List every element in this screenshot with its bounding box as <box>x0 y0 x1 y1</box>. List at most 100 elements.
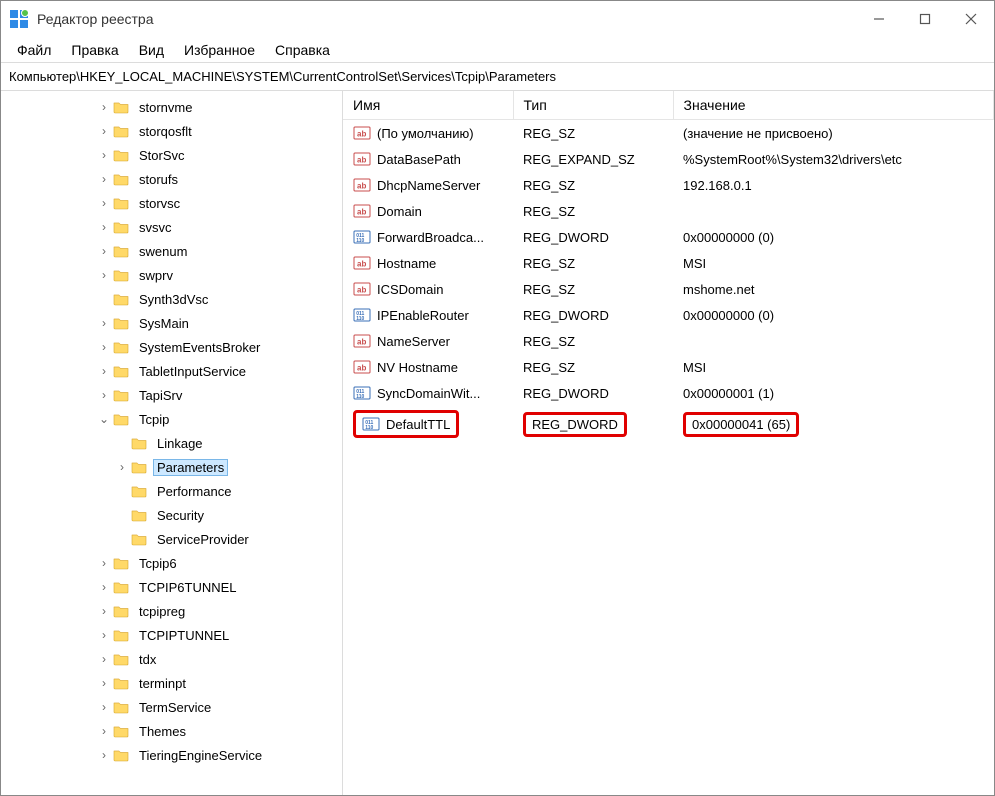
tree-item[interactable]: Performance <box>7 479 342 503</box>
tree-item[interactable]: ServiceProvider <box>7 527 342 551</box>
tree-item[interactable]: ›Themes <box>7 719 342 743</box>
chevron-icon[interactable]: › <box>97 676 111 690</box>
close-button[interactable] <box>948 1 994 37</box>
value-row[interactable]: DefaultTTLREG_DWORD0x00000041 (65) <box>343 406 994 442</box>
chevron-icon[interactable]: › <box>115 460 129 474</box>
tree-item[interactable]: ›stornvme <box>7 95 342 119</box>
value-row[interactable]: HostnameREG_SZMSI <box>343 250 994 276</box>
menu-edit[interactable]: Правка <box>63 40 126 60</box>
chevron-icon[interactable]: › <box>97 196 111 210</box>
col-value[interactable]: Значение <box>673 91 994 120</box>
value-row[interactable]: DataBasePathREG_EXPAND_SZ%SystemRoot%\Sy… <box>343 146 994 172</box>
folder-icon <box>113 364 129 378</box>
tree-item[interactable]: ›terminpt <box>7 671 342 695</box>
chevron-icon[interactable]: › <box>97 364 111 378</box>
tree-item[interactable]: ›svsvc <box>7 215 342 239</box>
tree-item[interactable]: ›SysMain <box>7 311 342 335</box>
chevron-icon[interactable]: › <box>97 604 111 618</box>
tree-item[interactable]: Synth3dVsc <box>7 287 342 311</box>
chevron-icon[interactable]: › <box>97 244 111 258</box>
chevron-icon[interactable]: › <box>97 316 111 330</box>
chevron-icon[interactable]: › <box>97 700 111 714</box>
chevron-icon[interactable]: › <box>97 124 111 138</box>
menu-file[interactable]: Файл <box>9 40 59 60</box>
value-row[interactable]: ForwardBroadca...REG_DWORD0x00000000 (0) <box>343 224 994 250</box>
tree-label: storvsc <box>135 195 184 212</box>
value-row[interactable]: (По умолчанию)REG_SZ(значение не присвое… <box>343 120 994 147</box>
value-row[interactable]: DhcpNameServerREG_SZ192.168.0.1 <box>343 172 994 198</box>
value-data <box>673 198 994 224</box>
value-row[interactable]: DomainREG_SZ <box>343 198 994 224</box>
binary-value-icon <box>353 384 371 402</box>
chevron-icon[interactable]: › <box>97 580 111 594</box>
tree-item[interactable]: ⌄Tcpip <box>7 407 342 431</box>
folder-icon <box>113 556 129 570</box>
chevron-icon[interactable]: › <box>97 724 111 738</box>
value-name: NameServer <box>377 334 450 349</box>
tree-item[interactable]: ›swprv <box>7 263 342 287</box>
chevron-icon[interactable]: › <box>97 388 111 402</box>
tree-item[interactable]: ›tcpipreg <box>7 599 342 623</box>
tree-item[interactable]: › SystemEventsBroker <box>7 335 342 359</box>
tree-item[interactable]: ›TermService <box>7 695 342 719</box>
tree-label: SystemEventsBroker <box>135 339 264 356</box>
tree-item[interactable]: Security <box>7 503 342 527</box>
string-value-icon <box>353 280 371 298</box>
chevron-icon[interactable]: › <box>97 172 111 186</box>
tree-item[interactable]: ›tdx <box>7 647 342 671</box>
chevron-icon[interactable]: › <box>97 100 111 114</box>
chevron-icon[interactable]: ⌄ <box>97 412 111 426</box>
value-row[interactable]: IPEnableRouterREG_DWORD0x00000000 (0) <box>343 302 994 328</box>
values-pane[interactable]: Имя Тип Значение (По умолчанию)REG_SZ(зн… <box>343 91 994 795</box>
minimize-button[interactable] <box>856 1 902 37</box>
value-row[interactable]: NameServerREG_SZ <box>343 328 994 354</box>
value-type: REG_SZ <box>513 198 673 224</box>
value-row[interactable]: SyncDomainWit...REG_DWORD0x00000001 (1) <box>343 380 994 406</box>
chevron-icon[interactable]: › <box>97 340 111 354</box>
chevron-icon[interactable]: › <box>97 268 111 282</box>
maximize-button[interactable] <box>902 1 948 37</box>
col-name[interactable]: Имя <box>343 91 513 120</box>
menu-favorites[interactable]: Избранное <box>176 40 263 60</box>
chevron-icon[interactable]: › <box>97 220 111 234</box>
string-value-icon <box>353 358 371 376</box>
folder-icon <box>113 676 129 690</box>
menu-view[interactable]: Вид <box>131 40 172 60</box>
tree-item[interactable]: ›TapiSrv <box>7 383 342 407</box>
folder-icon <box>113 100 129 114</box>
tree-item[interactable]: ›TCPIPTUNNEL <box>7 623 342 647</box>
tree-item[interactable]: › storvsc <box>7 191 342 215</box>
value-type: REG_SZ <box>513 120 673 147</box>
tree-item[interactable]: ›Tcpip6 <box>7 551 342 575</box>
tree-item[interactable]: ›TCPIP6TUNNEL <box>7 575 342 599</box>
tree-item[interactable]: ›storufs <box>7 167 342 191</box>
folder-icon <box>113 724 129 738</box>
string-value-icon <box>353 202 371 220</box>
col-type[interactable]: Тип <box>513 91 673 120</box>
tree-label: swenum <box>135 243 191 260</box>
address-bar[interactable]: Компьютер\HKEY_LOCAL_MACHINE\SYSTEM\Curr… <box>1 63 994 91</box>
tree-item[interactable]: ›TabletInputService <box>7 359 342 383</box>
tree-item[interactable]: ›storqosflt <box>7 119 342 143</box>
value-name: DhcpNameServer <box>377 178 480 193</box>
menu-help[interactable]: Справка <box>267 40 338 60</box>
content-area: ›stornvme›storqosflt›StorSvc›storufs›sto… <box>1 91 994 795</box>
value-type: REG_DWORD <box>513 224 673 250</box>
tree-label: Synth3dVsc <box>135 291 212 308</box>
tree-pane[interactable]: ›stornvme›storqosflt›StorSvc›storufs›sto… <box>1 91 343 795</box>
chevron-icon[interactable]: › <box>97 652 111 666</box>
registry-editor-window: Редактор реестра Файл Правка Вид Избранн… <box>0 0 995 796</box>
tree-label: Linkage <box>153 435 207 452</box>
tree-item[interactable]: ›Parameters <box>7 455 342 479</box>
tree-item[interactable]: ›TieringEngineService <box>7 743 342 767</box>
tree-label: Performance <box>153 483 235 500</box>
value-row[interactable]: ICSDomainREG_SZmshome.net <box>343 276 994 302</box>
tree-item[interactable]: › swenum <box>7 239 342 263</box>
value-row[interactable]: NV HostnameREG_SZMSI <box>343 354 994 380</box>
tree-item[interactable]: Linkage <box>7 431 342 455</box>
chevron-icon[interactable]: › <box>97 628 111 642</box>
chevron-icon[interactable]: › <box>97 148 111 162</box>
chevron-icon[interactable]: › <box>97 556 111 570</box>
chevron-icon[interactable]: › <box>97 748 111 762</box>
tree-item[interactable]: ›StorSvc <box>7 143 342 167</box>
